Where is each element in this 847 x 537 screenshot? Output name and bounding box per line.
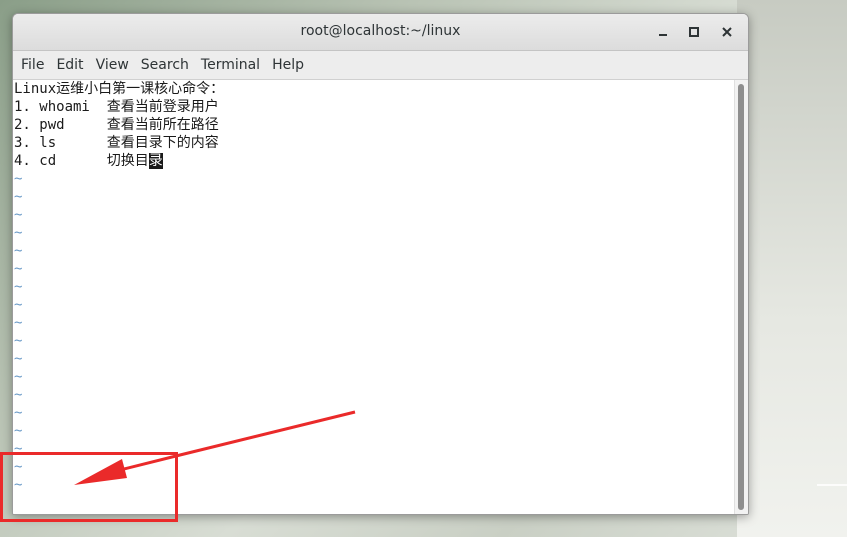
menu-search[interactable]: Search bbox=[135, 51, 195, 79]
terminal-line: 2. pwd 查看当前所在路径 bbox=[14, 117, 219, 133]
annotation-highlight-box bbox=[0, 452, 178, 522]
empty-line-tilde: ~ bbox=[14, 423, 23, 439]
empty-line-tilde: ~ bbox=[14, 189, 23, 205]
terminal-line-text: 4. cd 切换目 bbox=[14, 153, 149, 169]
menu-view[interactable]: View bbox=[90, 51, 135, 79]
menu-bar: File Edit View Search Terminal Help bbox=[13, 51, 748, 80]
scrollbar-thumb[interactable] bbox=[738, 84, 744, 510]
empty-line-tilde: ~ bbox=[14, 171, 23, 187]
desktop-background bbox=[737, 0, 847, 537]
minimize-icon bbox=[659, 34, 667, 36]
empty-line-tilde: ~ bbox=[14, 207, 23, 223]
empty-line-tilde: ~ bbox=[14, 261, 23, 277]
window-title: root@localhost:~/linux bbox=[300, 23, 461, 39]
menu-edit[interactable]: Edit bbox=[50, 51, 89, 79]
minimize-button[interactable] bbox=[654, 23, 672, 41]
menu-help[interactable]: Help bbox=[266, 51, 310, 79]
empty-line-tilde: ~ bbox=[14, 297, 23, 313]
close-button[interactable] bbox=[718, 23, 736, 41]
empty-line-tilde: ~ bbox=[14, 369, 23, 385]
empty-line-tilde: ~ bbox=[14, 333, 23, 349]
terminal-window: root@localhost:~/linux File Edit View Se… bbox=[12, 13, 749, 515]
terminal-content[interactable]: Linux运维小白第一课核心命令： 1. whoami 查看当前登录用户 2. … bbox=[13, 80, 735, 514]
terminal-line: Linux运维小白第一课核心命令： bbox=[14, 81, 225, 97]
text-cursor: 录 bbox=[148, 153, 163, 169]
menu-file[interactable]: File bbox=[15, 51, 50, 79]
close-icon bbox=[722, 27, 732, 37]
empty-line-tilde: ~ bbox=[14, 243, 23, 259]
terminal-line: 4. cd 切换目录 bbox=[13, 152, 735, 170]
desktop-decoration bbox=[817, 484, 847, 486]
empty-line-tilde: ~ bbox=[14, 405, 23, 421]
scrollbar[interactable] bbox=[734, 80, 748, 514]
menu-terminal[interactable]: Terminal bbox=[195, 51, 266, 79]
maximize-icon bbox=[689, 27, 699, 37]
empty-line-tilde: ~ bbox=[14, 279, 23, 295]
title-bar[interactable]: root@localhost:~/linux bbox=[13, 14, 748, 51]
terminal-line: 1. whoami 查看当前登录用户 bbox=[14, 99, 219, 115]
empty-line-tilde: ~ bbox=[14, 387, 23, 403]
terminal-line: 3. ls 查看目录下的内容 bbox=[14, 135, 219, 151]
empty-line-tilde: ~ bbox=[14, 351, 23, 367]
empty-line-tilde: ~ bbox=[14, 225, 23, 241]
empty-line-tilde: ~ bbox=[14, 315, 23, 331]
maximize-button[interactable] bbox=[685, 23, 703, 41]
